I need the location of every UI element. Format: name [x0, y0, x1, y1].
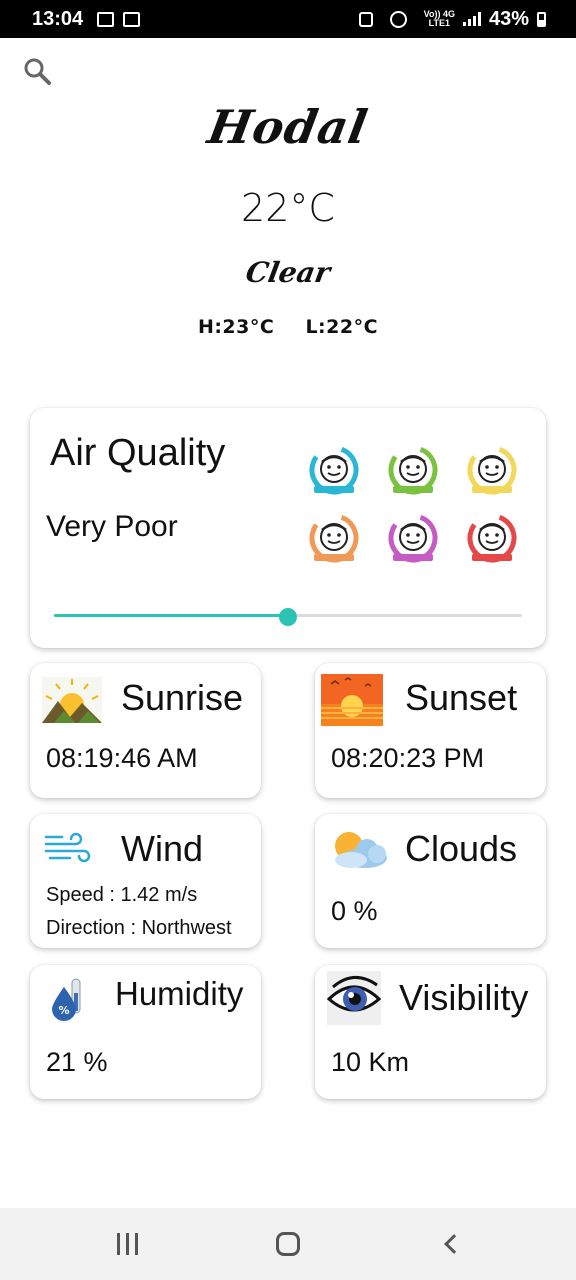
visibility-card: Visibility 10 Km [315, 965, 546, 1099]
calendar-icon [123, 11, 141, 27]
visibility-value: 10 Km [331, 1047, 410, 1077]
battery-percent: 43% [488, 7, 529, 30]
home-icon [276, 1232, 300, 1256]
wind-icon [44, 830, 94, 870]
clouds-title: Clouds [405, 828, 518, 869]
back-button[interactable] [430, 1230, 470, 1258]
humidity-card: % Humidity 21 % [30, 965, 261, 1099]
air-quality-slider [54, 608, 522, 626]
gallery-icon [97, 11, 115, 27]
humidity-title: Humidity [115, 975, 244, 1012]
clouds-card: Clouds 0 % [315, 814, 546, 948]
navigation-bar [0, 1208, 576, 1280]
visibility-title: Visibility [399, 977, 529, 1018]
humidity-value: 21 % [46, 1047, 108, 1077]
search-icon[interactable] [22, 56, 52, 86]
aqi-face-good-icon [308, 444, 360, 498]
eye-icon [327, 971, 381, 1025]
wind-title: Wind [121, 828, 204, 869]
clouds-value: 0 % [331, 896, 378, 926]
sunrise-title: Sunrise [121, 677, 244, 718]
air-quality-fill [54, 614, 288, 617]
city-name: Hodal [203, 100, 373, 154]
network-bottom-label: LTE1 [428, 18, 450, 28]
sunset-title: Sunset [405, 677, 518, 718]
signal-icon [462, 12, 481, 26]
sunrise-card: Sunrise 08:19:46 AM [30, 663, 261, 798]
clouds-icon [327, 826, 389, 872]
air-quality-card: Air Quality Very Poor [30, 408, 546, 648]
alarm-icon [389, 10, 407, 28]
wind-card: Wind Speed : 1.42 m/s Direction : Northw… [30, 814, 261, 948]
sunrise-value: 08:19:46 AM [46, 743, 198, 773]
aqi-face-very-poor-icon [387, 512, 439, 566]
low-temperature: L:22°C [305, 316, 379, 338]
air-quality-level: Very Poor [46, 510, 178, 543]
air-quality-title: Air Quality [50, 432, 226, 474]
sunrise-icon [42, 677, 102, 723]
recents-button[interactable] [107, 1230, 147, 1258]
weather-condition: Clear [243, 256, 333, 289]
sunset-card: Sunset 08:20:23 PM [315, 663, 546, 798]
network-indicator: Vo)) 4G LTE1 [424, 10, 455, 28]
recycle-icon [358, 11, 373, 27]
aqi-face-severe-icon [466, 512, 518, 566]
high-temperature: H:23°C [197, 316, 275, 338]
wind-speed: Speed : 1.42 m/s [46, 884, 198, 906]
home-button[interactable] [268, 1230, 308, 1258]
aqi-face-poor-icon [308, 512, 360, 566]
humidity-icon: % [50, 977, 86, 1021]
aqi-face-satisfactory-icon [387, 444, 439, 498]
status-bar: 13:04 Vo)) 4G LTE1 43% [0, 0, 576, 38]
current-temperature: 22°C [241, 186, 335, 230]
status-time: 13:04 [32, 7, 84, 30]
svg-text:%: % [58, 1004, 69, 1017]
aqi-face-moderate-icon [466, 444, 518, 498]
air-quality-thumb [279, 608, 297, 626]
battery-icon [537, 11, 546, 27]
sunset-icon [321, 674, 383, 726]
wind-direction: Direction : Northwest [46, 917, 232, 939]
sunset-value: 08:20:23 PM [331, 743, 485, 773]
high-low-temperature: H:23°C L:22°C [0, 316, 576, 338]
back-icon [444, 1234, 464, 1254]
